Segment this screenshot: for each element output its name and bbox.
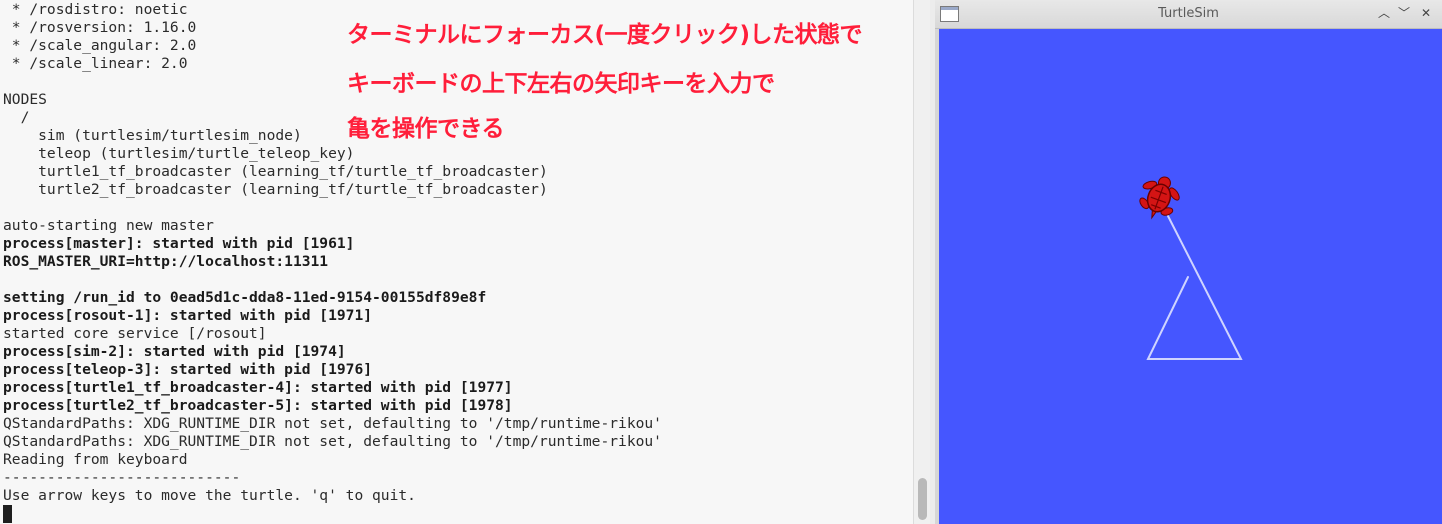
terminal-line: process[turtle1_tf_broadcaster-4]: start… bbox=[3, 379, 513, 396]
turtle-icon bbox=[1139, 176, 1180, 220]
terminal-line: sim (turtlesim/turtlesim_node) bbox=[3, 127, 302, 144]
terminal-line: Reading from keyboard bbox=[3, 451, 188, 468]
turtlesim-canvas bbox=[939, 29, 1442, 524]
terminal-line: --------------------------- bbox=[3, 469, 241, 486]
chevron-up-icon[interactable]: ︿ bbox=[1375, 4, 1393, 22]
terminal-line: process[rosout-1]: started with pid [197… bbox=[3, 307, 373, 324]
terminal-cursor bbox=[3, 505, 12, 523]
terminal-line: turtle1_tf_broadcaster (learning_tf/turt… bbox=[3, 163, 548, 180]
terminal-line: teleop (turtlesim/turtle_teleop_key) bbox=[3, 145, 355, 162]
terminal-line: setting /run_id to 0ead5d1c-dda8-11ed-91… bbox=[3, 289, 487, 306]
annotation-line-2: キーボードの上下左右の矢印キーを入力で bbox=[347, 71, 775, 97]
scrollbar-thumb[interactable] bbox=[918, 478, 927, 520]
terminal-line: QStandardPaths: XDG_RUNTIME_DIR not set,… bbox=[3, 415, 662, 432]
terminal-window[interactable]: * /rosdistro: noetic * /rosversion: 1.16… bbox=[0, 0, 930, 524]
minimize-icon[interactable]: ﹀ bbox=[1395, 4, 1413, 22]
close-icon[interactable]: ✕ bbox=[1417, 4, 1435, 22]
turtlesim-titlebar[interactable]: TurtleSim ︿ ﹀ ✕ bbox=[935, 0, 1442, 29]
turtlesim-title: TurtleSim bbox=[1158, 6, 1219, 21]
turtlesim-drawing bbox=[1139, 176, 1243, 360]
terminal-line: QStandardPaths: XDG_RUNTIME_DIR not set,… bbox=[3, 433, 662, 450]
terminal-line: turtle2_tf_broadcaster (learning_tf/turt… bbox=[3, 181, 548, 198]
turtlesim-window[interactable]: TurtleSim ︿ ﹀ ✕ bbox=[935, 0, 1442, 524]
terminal-line: started core service [/rosout] bbox=[3, 325, 267, 342]
terminal-line: process[sim-2]: started with pid [1974] bbox=[3, 343, 346, 360]
terminal-line: process[teleop-3]: started with pid [197… bbox=[3, 361, 373, 378]
turtle-trail bbox=[1146, 215, 1243, 360]
terminal-line: process[master]: started with pid [1961] bbox=[3, 235, 355, 252]
annotation-line-1: ターミナルにフォーカス(一度クリック)した状態で bbox=[347, 22, 863, 48]
terminal-line: auto-starting new master bbox=[3, 217, 214, 234]
terminal-line: / bbox=[3, 109, 30, 126]
terminal-line: ROS_MASTER_URI=http://localhost:11311 bbox=[3, 253, 329, 270]
terminal-scrollbar[interactable] bbox=[913, 0, 930, 524]
terminal-line: process[turtle2_tf_broadcaster-5]: start… bbox=[3, 397, 513, 414]
annotation-line-3: 亀を操作できる bbox=[347, 116, 505, 142]
terminal-line: Use arrow keys to move the turtle. 'q' t… bbox=[3, 487, 416, 504]
